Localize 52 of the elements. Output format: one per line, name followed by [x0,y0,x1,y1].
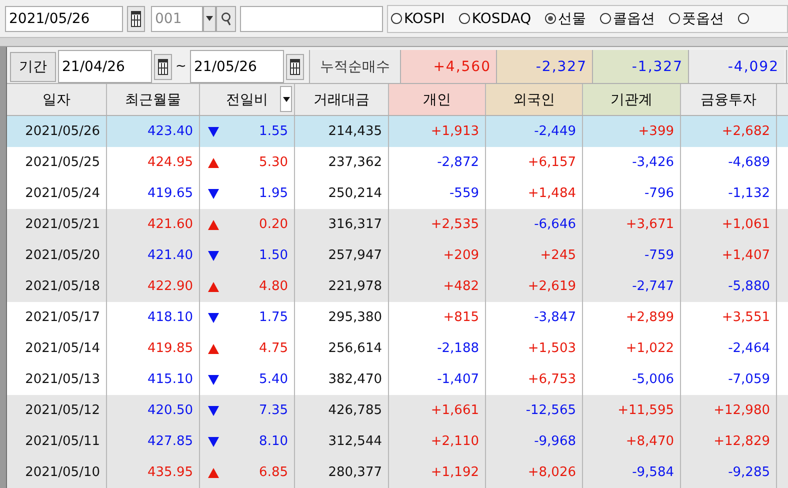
dropdown-button[interactable] [203,6,216,32]
table-cell: 2021/05/10 [7,457,107,488]
calendar-icon [290,58,300,74]
market-radio[interactable]: 선물 [545,10,586,28]
caret-icon [282,96,290,102]
summary-cell: -2,327 [496,50,592,83]
market-radio[interactable]: 콜옵션 [600,10,656,28]
market-radio[interactable]: KOSPI [391,10,445,27]
sort-dropdown-button[interactable] [280,86,292,112]
end-date-field[interactable]: 21/05/26 [190,50,284,83]
caret-icon [206,16,213,22]
search-button[interactable] [216,6,236,32]
table-cell: -9,584 [583,457,681,488]
market-radio[interactable] [738,13,750,24]
change-value: 1.50 [259,248,288,263]
summary-cell: -1,327 [592,50,688,83]
table-cell: +1,192 [389,457,486,488]
calendar-button[interactable] [154,54,172,80]
change-value: 5.40 [259,372,288,387]
change-value: 5.30 [259,155,288,170]
calendar-button[interactable] [286,54,304,80]
calendar-icon [131,10,141,27]
search-icon [221,12,231,26]
summary-cell: -4,092 [688,50,784,83]
search-field[interactable] [240,6,383,32]
period-button[interactable]: 기간 [10,52,56,82]
change-value: 1.75 [259,310,288,325]
start-date-field[interactable]: 21/04/26 [58,50,152,83]
change-value: 1.95 [259,186,288,201]
range-separator: ~ [174,59,188,74]
change-value: 7.35 [259,403,288,418]
calendar-icon [158,58,168,74]
code-field[interactable]: 001 [151,6,203,32]
table-cell: +8,026 [486,457,583,488]
market-radio[interactable]: 풋옵션 [669,10,724,28]
date-field[interactable]: 2021/05/26 [5,6,123,32]
calendar-button[interactable] [127,6,145,32]
table-cell: 280,377 [295,457,389,488]
table-cell: -9,285 [681,457,777,488]
change-value: 4.75 [259,341,288,356]
change-value: 1.55 [259,124,288,139]
change-value: 0.20 [259,217,288,232]
column-header[interactable]: 개인 [389,84,486,115]
summary-label: 누적순매수 [309,50,400,83]
column-header[interactable]: 외국인 [486,84,583,115]
change-value: 6.85 [259,465,288,480]
table-cell: 435.95 [107,457,200,488]
column-header[interactable]: 기관계 [583,84,681,115]
change-value: 8.10 [259,434,288,449]
summary-cell: +4,560 [400,50,496,83]
change-value: 4.80 [259,279,288,294]
market-radio[interactable]: KOSDAQ [458,10,532,27]
